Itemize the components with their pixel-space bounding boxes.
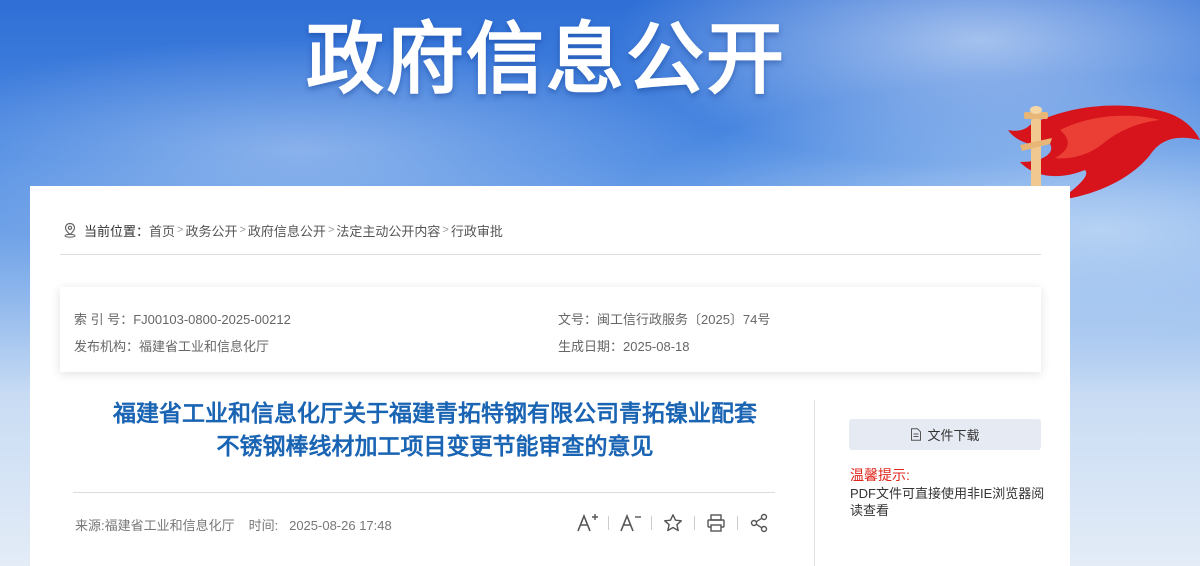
generated-date-value: 2025-08-18	[623, 339, 690, 354]
toolbar-separator	[737, 516, 738, 530]
font-larger-icon[interactable]	[574, 510, 600, 536]
generated-date-label: 生成日期：	[558, 339, 624, 354]
divider	[60, 254, 1041, 255]
publisher-label: 发布机构：	[74, 339, 140, 354]
breadcrumb-separator: >	[442, 224, 449, 236]
column-divider	[814, 400, 815, 566]
divider	[73, 492, 775, 493]
publisher-value: 福建省工业和信息化厅	[139, 339, 270, 354]
article-source-line: 来源:福建省工业和信息化厅 时间: 2025-08-26 17:48	[75, 515, 392, 534]
document-icon	[911, 428, 922, 441]
document-number-label: 文号：	[558, 312, 598, 327]
document-number-value: 闽工信行政服务〔2025〕74号	[597, 312, 771, 327]
breadcrumb-separator: >	[239, 224, 246, 236]
toolbar-separator	[608, 516, 609, 530]
article-time-label: 时间:	[248, 518, 279, 533]
print-icon[interactable]	[703, 510, 729, 536]
content-panel: 当前位置： 首页 > 政务公开 > 政府信息公开 > 法定主动公开内容 > 行政…	[30, 186, 1070, 566]
index-number-label: 索 引 号：	[74, 312, 134, 327]
tip-text: PDF文件可直接使用非IE浏览器阅读查看	[850, 486, 1045, 518]
breadcrumb-separator: >	[177, 224, 184, 236]
article-toolbar	[574, 510, 772, 536]
breadcrumb-label: 当前位置：	[84, 223, 150, 239]
breadcrumb-separator: >	[327, 224, 335, 236]
article-time-value: 2025-08-26 17:48	[289, 518, 392, 533]
article-title: 福建省工业和信息化厅关于福建青拓特钢有限公司青拓镍业配套 不锈钢棒线材加工项目变…	[50, 398, 820, 464]
file-download-label: 文件下载	[927, 428, 980, 443]
document-metadata-box: 索 引 号：FJ00103-0800-2025-00212 文号：闽工信行政服务…	[60, 287, 1041, 372]
file-download-button[interactable]: 文件下载	[849, 419, 1041, 450]
breadcrumb-home[interactable]: 首页	[149, 221, 175, 240]
breadcrumb-gov-info-disclosure[interactable]: 政府信息公开	[248, 221, 326, 240]
generated-date: 生成日期：2025-08-18	[558, 336, 690, 355]
toolbar-separator	[694, 516, 695, 530]
favorite-star-icon[interactable]	[660, 510, 686, 536]
toolbar-separator	[651, 516, 652, 530]
banner-title: 政府信息公开	[306, 15, 787, 105]
breadcrumb-administrative-approval[interactable]: 行政审批	[451, 221, 503, 240]
breadcrumb-statutory-content[interactable]: 法定主动公开内容	[336, 221, 440, 240]
publisher: 发布机构：福建省工业和信息化厅	[74, 336, 269, 355]
breadcrumb-government-affairs[interactable]: 政务公开	[185, 221, 237, 240]
share-icon[interactable]	[746, 510, 772, 536]
index-number-value: FJ00103-0800-2025-00212	[133, 312, 291, 327]
tip-title: 温馨提示:	[850, 467, 910, 483]
document-number: 文号：闽工信行政服务〔2025〕74号	[558, 309, 770, 328]
location-pin-icon	[64, 222, 76, 238]
font-smaller-icon[interactable]	[617, 510, 643, 536]
article-title-line-2: 不锈钢棒线材加工项目变更节能审查的意见	[216, 434, 654, 460]
article-title-line-1: 福建省工业和信息化厅关于福建青拓特钢有限公司青拓镍业配套	[113, 401, 757, 427]
article-source: 来源:福建省工业和信息化厅	[75, 518, 235, 533]
breadcrumb: 当前位置： 首页 > 政务公开 > 政府信息公开 > 法定主动公开内容 > 行政…	[62, 220, 503, 240]
index-number: 索 引 号：FJ00103-0800-2025-00212	[74, 309, 291, 328]
